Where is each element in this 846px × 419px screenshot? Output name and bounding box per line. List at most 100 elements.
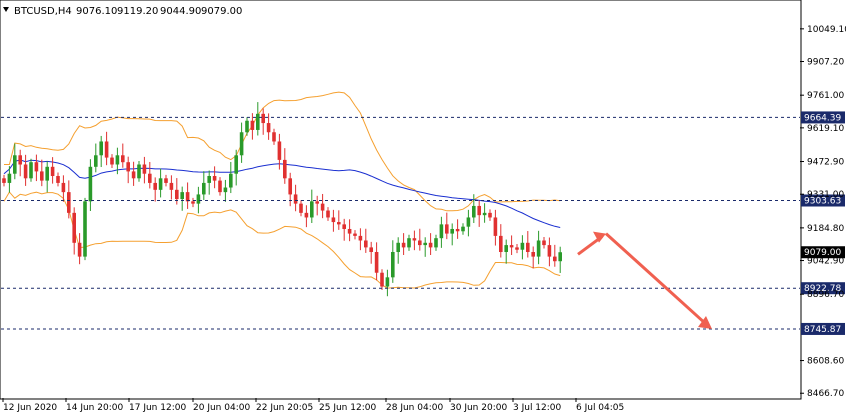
candle-body — [50, 166, 55, 177]
candle-body — [509, 245, 514, 248]
time-tick-label: 3 Jul 12:00 — [513, 403, 562, 413]
candle-body — [499, 235, 503, 253]
chart-window[interactable]: 9664.39 9303.63 8922.78 8745.87 9079.00 1004… — [0, 0, 846, 419]
candle-body — [488, 212, 492, 218]
candle-body — [418, 240, 422, 246]
open-value: 9076.10 — [76, 6, 117, 17]
level-label: 9664.39 — [804, 113, 841, 123]
candle-body — [401, 242, 406, 248]
candle-body — [515, 247, 519, 250]
candle[interactable] — [29, 158, 33, 182]
candle-body — [121, 155, 125, 163]
price-chart[interactable]: 9664.399303.638922.788745.879079.00 1004… — [0, 0, 846, 419]
candle-body — [434, 238, 438, 248]
candle-body — [466, 217, 471, 227]
time-tick-label: 25 Jun 12:00 — [319, 403, 376, 413]
candle-body — [374, 252, 379, 273]
candle-body — [94, 155, 98, 167]
candle-body — [180, 192, 184, 200]
candle-body — [56, 176, 60, 183]
price-tick-label: 9907.20 — [807, 58, 844, 68]
candle-body — [439, 224, 444, 239]
high-value: 9119.20 — [117, 6, 158, 17]
candle-body — [347, 228, 352, 234]
candle-body — [520, 242, 525, 250]
time-axis: 12 Jun 2020 14 Jun 20:00 17 Jun 12:00 20 Ju… — [2, 398, 624, 413]
price-tick-label: 9331.00 — [807, 190, 844, 200]
candle-body — [504, 245, 508, 253]
candle-body — [169, 182, 174, 190]
time-tick-label: 6 Jul 04:05 — [576, 403, 624, 413]
time-tick-label: 12 Jun 2020 — [3, 403, 57, 413]
candle-body — [29, 162, 33, 179]
level-label: 8745.87 — [804, 325, 841, 335]
symbol-label: BTCUSD,H4 — [14, 6, 72, 17]
price-tick-label: 9472.90 — [807, 158, 844, 168]
candle-body — [493, 217, 498, 236]
candle-body — [547, 245, 552, 257]
candle-body — [185, 192, 190, 202]
candle-body — [553, 256, 557, 262]
candle-body — [558, 252, 562, 262]
candle-body — [391, 252, 395, 278]
candle-body — [423, 242, 427, 246]
candle-body — [148, 173, 152, 183]
candle-body — [315, 201, 319, 204]
candle-body — [164, 178, 168, 183]
candle-body — [455, 228, 460, 232]
candle-body — [61, 182, 66, 193]
candle-body — [542, 240, 546, 246]
plot-frame — [0, 0, 802, 400]
time-tick-label: 14 Jun 20:00 — [66, 403, 123, 413]
candle-body — [23, 164, 28, 179]
candle-body — [407, 238, 411, 248]
candle-body — [137, 164, 141, 179]
candle-body — [13, 155, 17, 174]
candle-body — [353, 233, 357, 236]
candle-body — [250, 120, 255, 130]
candle-body — [272, 132, 276, 142]
candle-body — [310, 201, 314, 218]
candle-body — [299, 203, 303, 213]
candle-body — [396, 242, 400, 253]
candle-body — [158, 178, 163, 190]
candle-body — [364, 240, 368, 248]
candle-body — [77, 242, 82, 257]
candle-body — [261, 113, 265, 124]
price-tick-label: 9042.90 — [807, 257, 844, 267]
candle[interactable] — [83, 197, 87, 261]
candle-body — [239, 132, 244, 156]
candle-body — [7, 173, 12, 183]
candle-body — [482, 212, 487, 216]
price-tick-label: 8608.60 — [807, 357, 844, 367]
candle-body — [412, 238, 417, 241]
candle-body — [445, 224, 449, 234]
candle-body — [142, 164, 147, 174]
candle-body — [175, 189, 179, 200]
candle-body — [40, 171, 44, 181]
candle-body — [358, 235, 363, 241]
candle-body — [110, 157, 114, 165]
candle-body — [212, 176, 217, 181]
candle-body — [266, 123, 271, 133]
candle-body — [126, 162, 130, 172]
candle-body — [153, 182, 157, 190]
price-tick-label: 9619.10 — [807, 124, 844, 134]
candle-body — [326, 210, 330, 218]
price-tick-label: 9761.00 — [807, 91, 844, 101]
candle-body — [526, 242, 530, 253]
candle-body — [115, 155, 120, 165]
candle-body — [2, 178, 6, 183]
candle-body — [34, 162, 39, 172]
candle-body — [83, 201, 87, 257]
candle-body — [337, 222, 341, 225]
candle-body — [104, 141, 109, 158]
candle-body — [320, 203, 325, 211]
candle-body — [461, 226, 465, 232]
candle-body — [191, 201, 195, 204]
candle-body — [196, 194, 201, 204]
candle-body — [369, 247, 373, 253]
candle-body — [88, 166, 93, 202]
candle-body — [428, 242, 433, 248]
candle-body — [234, 155, 238, 174]
